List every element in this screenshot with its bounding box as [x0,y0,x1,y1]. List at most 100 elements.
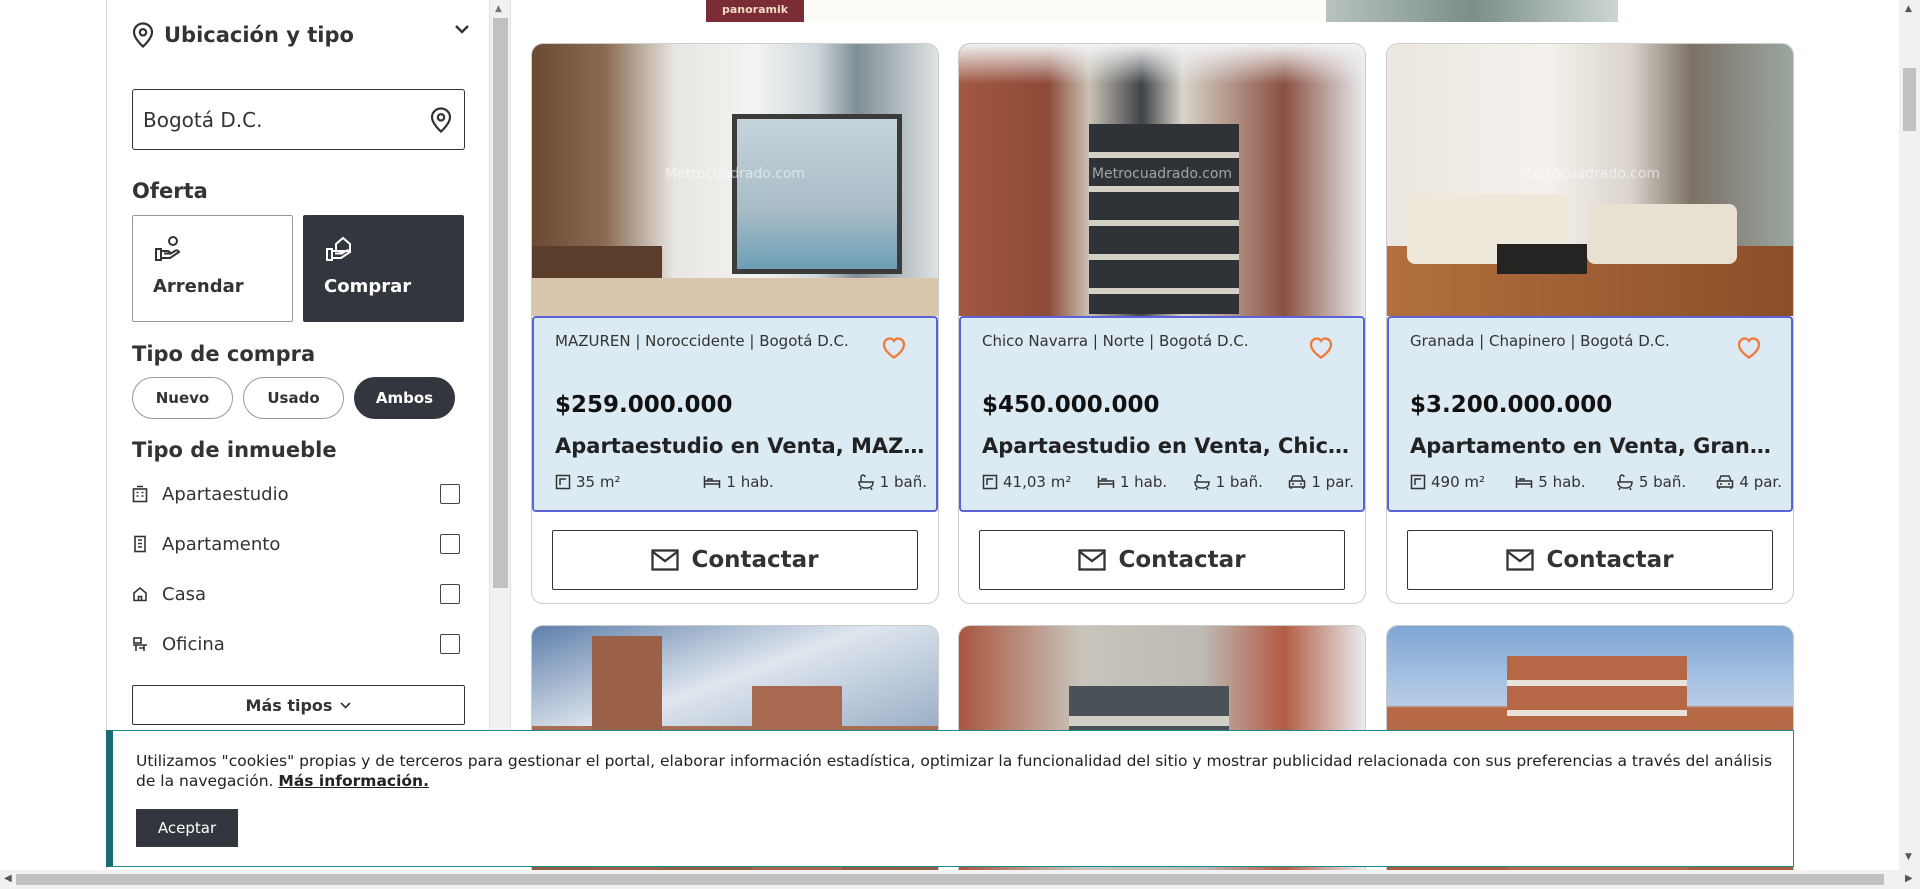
property-type-oficina[interactable]: Oficina [132,629,470,659]
property-type-checkbox[interactable] [440,584,460,604]
cookie-text-block: Utilizamos "cookies" propias y de tercer… [136,751,1776,791]
property-type-apartamento[interactable]: Apartamento [132,529,470,559]
feature-baths: 1 bañ. [857,473,927,491]
scroll-right-arrow-icon[interactable]: ▶ [1905,873,1913,884]
location-type-title: Ubicación y tipo [164,23,354,47]
contact-label: Contactar [1118,547,1246,573]
feature-parking: 1 par. [1288,473,1354,491]
listing-features: 41,03 m² 1 hab. 1 bañ. 1 par. [982,473,1354,491]
heart-icon[interactable] [881,336,907,360]
location-pin-icon [132,22,154,48]
listing-photo[interactable]: Metrocuadrado.com [532,44,938,316]
bed-icon [1097,476,1115,488]
contact-button[interactable]: Contactar [1407,530,1773,590]
listing-photo[interactable]: Metrocuadrado.com [959,44,1365,316]
contact-button[interactable]: Contactar [552,530,918,590]
property-type-apartaestudio[interactable]: Apartaestudio [132,479,470,509]
chevron-down-icon[interactable] [454,24,470,34]
cookie-more-info-link[interactable]: Más información. [278,772,429,790]
offer-rent-button[interactable]: Arrendar [132,215,293,322]
location-pin-icon[interactable] [430,106,452,133]
photo-watermark: Metrocuadrado.com [664,166,806,182]
purchase-type-both-button[interactable]: Ambos [354,377,455,419]
page: Ubicación y tipo Bogotá D.C. Oferta Arre… [0,0,1920,889]
property-type-label: Oficina [162,633,225,655]
feature-rooms: 5 hab. [1515,473,1586,491]
listing-info[interactable]: MAZUREN | Noroccidente | Bogotá D.C. $25… [532,316,938,512]
listing-title[interactable]: Apartamento en Venta, Granada, Chapinero [1410,434,1780,458]
listing-info[interactable]: Chico Navarra | Norte | Bogotá D.C. $450… [959,316,1365,512]
purchase-type-new-button[interactable]: Nuevo [132,377,233,419]
feature-rooms-value: 5 hab. [1538,473,1586,491]
feature-rooms-value: 1 hab. [726,473,774,491]
listing-features: 35 m² 1 hab. 1 bañ. [555,473,927,491]
location-type-header[interactable]: Ubicación y tipo [132,18,470,52]
property-type-checkbox[interactable] [440,534,460,554]
bath-icon [1193,474,1210,490]
more-types-label: Más tipos [245,695,333,715]
heart-icon[interactable] [1308,336,1334,360]
scroll-left-arrow-icon[interactable]: ◀ [4,873,12,884]
property-type-casa[interactable]: Casa [132,579,470,609]
cookie-banner: Utilizamos "cookies" propias y de tercer… [106,730,1794,867]
feature-baths-value: 1 bañ. [1215,473,1263,491]
feature-parking-value: 1 par. [1311,473,1354,491]
listing-info[interactable]: Granada | Chapinero | Bogotá D.C. $3.200… [1387,316,1793,512]
listing-title[interactable]: Apartaestudio en Venta, Chico Navarra [982,434,1352,458]
mail-icon [1078,549,1107,571]
feature-parking: 4 par. [1716,473,1782,491]
offer-buy-label: Comprar [324,276,412,297]
feature-parking-value: 4 par. [1739,473,1782,491]
property-type-checkbox[interactable] [440,634,460,654]
listing-card[interactable]: Metrocuadrado.com Granada | Chapinero | … [1386,43,1794,604]
page-horizontal-scrollbar[interactable]: ◀ ▶ [0,870,1920,889]
property-type-checkbox[interactable] [440,484,460,504]
scroll-up-arrow-icon[interactable]: ▲ [1905,4,1912,14]
location-input[interactable]: Bogotá D.C. [132,89,465,150]
building-icon [132,485,150,503]
car-icon [1289,475,1306,489]
bath-icon [857,474,874,490]
listing-location: MAZUREN | Noroccidente | Bogotá D.C. [555,332,849,350]
apartment-icon [132,535,150,553]
page-scrollbar-thumb[interactable] [1903,68,1916,131]
feature-rooms-value: 1 hab. [1119,473,1168,491]
feature-area: 41,03 m² [982,473,1071,491]
page-vertical-scrollbar[interactable]: ▲ ▼ [1899,0,1920,870]
feature-rooms: 1 hab. [703,473,774,491]
listing-photo[interactable]: Metrocuadrado.com [1387,44,1793,316]
offer-buy-button[interactable]: Comprar [303,215,464,322]
office-icon [132,636,150,652]
contact-button[interactable]: Contactar [979,530,1345,590]
car-icon [1717,475,1734,489]
listing-card[interactable]: Metrocuadrado.com Chico Navarra | Norte … [958,43,1366,604]
ad-banner[interactable]: panoramik [706,0,1618,22]
heart-icon[interactable] [1736,336,1762,360]
listing-location: Granada | Chapinero | Bogotá D.C. [1410,332,1670,350]
feature-baths-value: 5 bañ. [1638,473,1687,491]
scroll-up-arrow-icon[interactable]: ▲ [495,4,502,14]
sidebar-scrollbar-thumb[interactable] [493,18,508,588]
more-types-button[interactable]: Más tipos [132,685,465,725]
contact-label: Contactar [1546,547,1674,573]
mail-icon [651,549,680,571]
sidebar-scrollbar[interactable]: ▲ [489,0,511,740]
horizontal-scrollbar-thumb[interactable] [16,874,1884,885]
property-type-label: Apartaestudio [162,483,289,505]
contact-label: Contactar [691,547,819,573]
offer-rent-label: Arrendar [153,276,244,297]
listing-title[interactable]: Apartaestudio en Venta, MAZUREN [555,434,925,458]
property-type-label: Apartamento [162,533,281,555]
purchase-type-label: Tipo de compra [132,342,316,366]
listing-card[interactable]: Metrocuadrado.com MAZUREN | Noroccidente… [531,43,939,604]
listing-price: $259.000.000 [555,392,733,418]
cookie-accept-button[interactable]: Aceptar [136,809,238,847]
bed-icon [704,476,721,488]
house-icon [132,586,150,602]
listing-price: $3.200.000.000 [1410,392,1613,418]
scroll-down-arrow-icon[interactable]: ▼ [1905,852,1912,862]
feature-area-value: 490 m² [1431,473,1486,491]
purchase-type-used-button[interactable]: Usado [243,377,344,419]
feature-area: 35 m² [555,473,620,491]
feature-baths: 5 bañ. [1616,473,1686,491]
